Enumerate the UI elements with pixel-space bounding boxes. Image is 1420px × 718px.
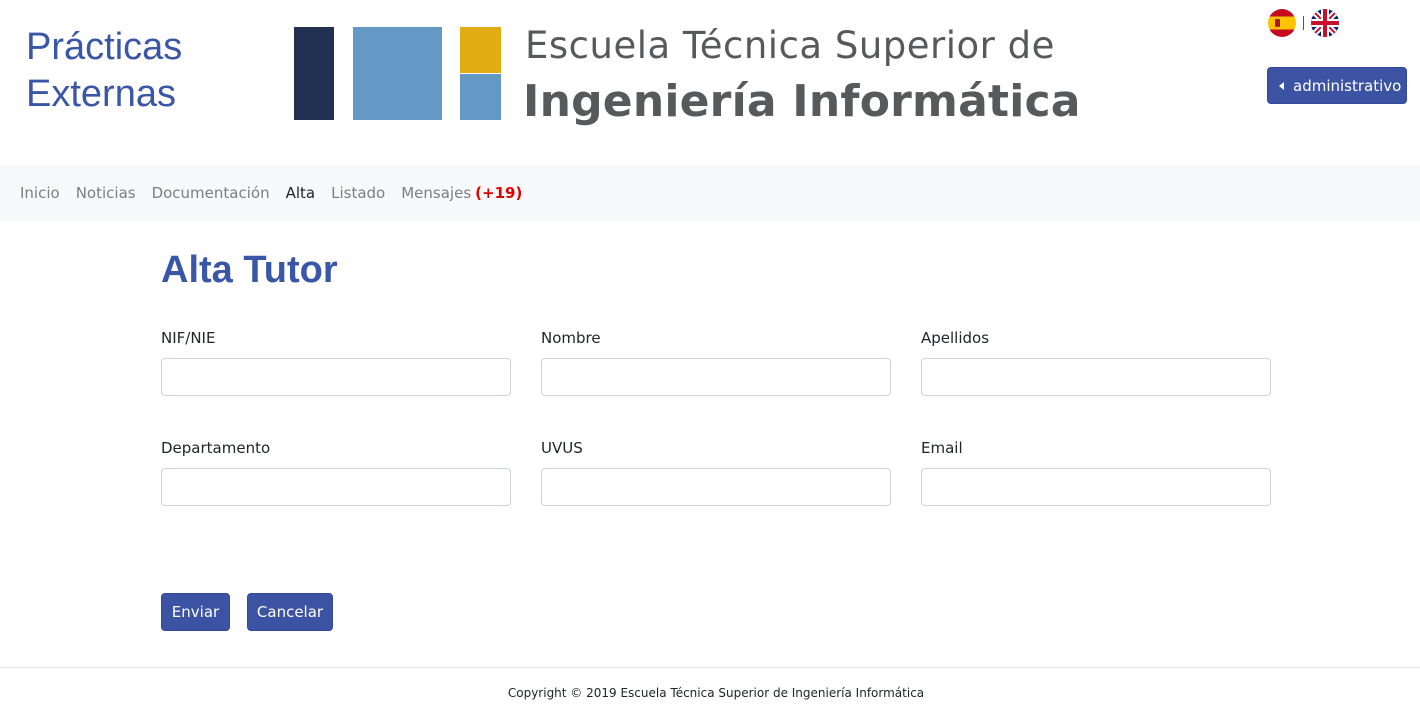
nombre-label: Nombre xyxy=(541,329,601,347)
messages-count-badge: (+19) xyxy=(475,184,523,202)
apellidos-label: Apellidos xyxy=(921,329,990,347)
nav-item-listado[interactable]: Listado xyxy=(331,184,385,202)
app-title-line1: Prácticas xyxy=(26,26,183,68)
app-title[interactable]: Prácticas Externas xyxy=(26,24,182,118)
logo-navy-block xyxy=(294,27,334,120)
nif-input[interactable] xyxy=(161,358,511,396)
page-title: Alta Tutor xyxy=(161,249,338,291)
caret-left-icon xyxy=(1279,81,1284,90)
apellidos-input[interactable] xyxy=(921,358,1271,396)
language-separator xyxy=(1303,16,1304,30)
logo-blue-block xyxy=(353,27,442,120)
uk-flag-icon[interactable] xyxy=(1311,9,1339,37)
nif-field: NIF/NIE xyxy=(161,328,511,396)
departamento-field: Departamento xyxy=(161,438,511,506)
language-switcher xyxy=(1268,9,1339,37)
nav-item-noticias[interactable]: Noticias xyxy=(76,184,136,202)
uvus-field: UVUS xyxy=(541,438,891,506)
apellidos-field: Apellidos xyxy=(921,328,1271,396)
cancel-button[interactable]: Cancelar xyxy=(247,593,333,631)
nav-item-alta[interactable]: Alta xyxy=(286,184,316,202)
departamento-label: Departamento xyxy=(161,439,271,457)
logo-text-line2: Ingeniería Informática xyxy=(523,76,1081,127)
logo-yellow-block xyxy=(460,27,501,73)
nav-item-mensajes[interactable]: Mensajes (+19) xyxy=(401,184,522,202)
school-logo: Escuela Técnica Superior de Ingeniería I… xyxy=(294,24,1124,138)
main-navbar: Inicio Noticias Documentación Alta Lista… xyxy=(0,165,1420,221)
footer-copyright: Copyright © 2019 Escuela Técnica Superio… xyxy=(507,686,925,700)
email-label: Email xyxy=(921,439,963,457)
nav-item-mensajes-label: Mensajes xyxy=(401,184,472,202)
logo-blue-small-block xyxy=(460,74,501,120)
nav-item-documentacion[interactable]: Documentación xyxy=(152,184,270,202)
uvus-input[interactable] xyxy=(541,468,891,506)
nombre-input[interactable] xyxy=(541,358,891,396)
role-button-label: administrativo xyxy=(1293,76,1402,95)
app-title-line2: Externas xyxy=(26,73,176,115)
departamento-input[interactable] xyxy=(161,468,511,506)
spain-flag-icon[interactable] xyxy=(1268,9,1296,37)
role-dropdown-button[interactable]: administrativo xyxy=(1267,67,1407,104)
submit-button[interactable]: Enviar xyxy=(161,593,230,631)
footer-divider xyxy=(0,667,1420,668)
email-field: Email xyxy=(921,438,1271,506)
logo-text-line1: Escuela Técnica Superior de xyxy=(525,24,1055,67)
email-input[interactable] xyxy=(921,468,1271,506)
nif-label: NIF/NIE xyxy=(161,329,216,347)
uvus-label: UVUS xyxy=(541,439,583,457)
nav-item-inicio[interactable]: Inicio xyxy=(20,184,60,202)
nombre-field: Nombre xyxy=(541,328,891,396)
